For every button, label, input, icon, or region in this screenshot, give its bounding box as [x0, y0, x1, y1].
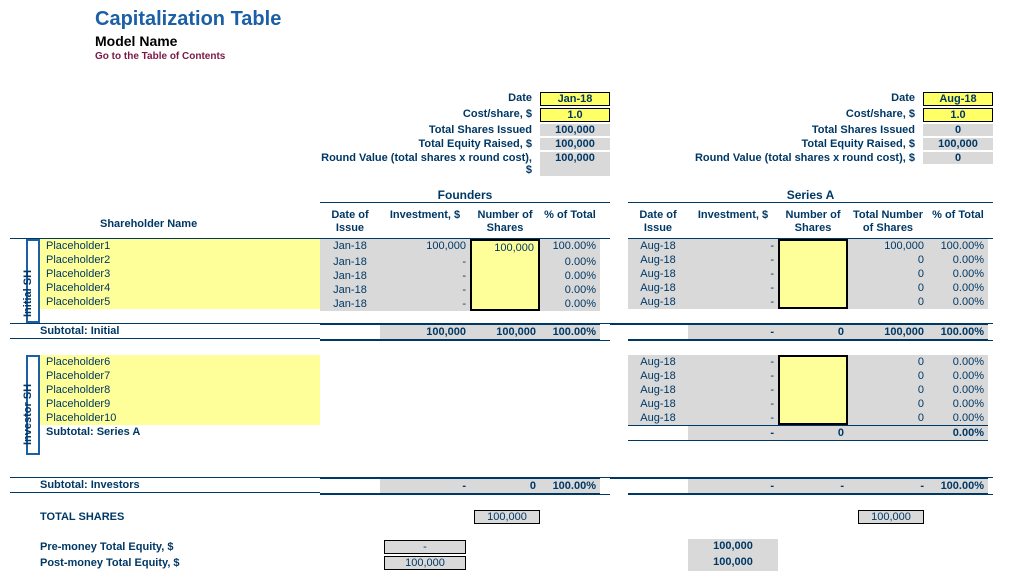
- shareholder-name-input[interactable]: Placeholder1: [40, 239, 320, 253]
- investor-sh-side-label: Investor SH: [10, 355, 26, 455]
- page-title: Capitalization Table: [95, 8, 1014, 31]
- total-shares-label: TOTAL SHARES: [10, 509, 320, 525]
- founders-total-shares: 100,000: [474, 510, 540, 524]
- subtotal-seriesa-label: Subtotal: Series A: [40, 425, 320, 439]
- shareholder-name-input[interactable]: Placeholder4: [40, 281, 320, 295]
- shareholder-name-input[interactable]: Placeholder5: [40, 295, 320, 309]
- seriesa-meta: DateAug-18 Cost/share, $1.0 Total Shares…: [628, 92, 993, 164]
- subtotal-initial-label: Subtotal: Initial: [10, 323, 320, 339]
- seriesa-shares-input[interactable]: [778, 383, 848, 397]
- seriesa-shares-input[interactable]: [778, 253, 848, 267]
- founders-cost-input[interactable]: 1.0: [540, 108, 610, 122]
- founders-date-input[interactable]: Jan-18: [540, 92, 610, 106]
- subtotal-investors-label: Subtotal: Investors: [10, 477, 320, 493]
- shareholder-name-input[interactable]: Placeholder2: [40, 253, 320, 267]
- founders-shares-input[interactable]: [470, 269, 540, 283]
- shareholder-name-input[interactable]: Placeholder9: [40, 397, 320, 411]
- shareholder-name-input[interactable]: Placeholder6: [40, 355, 320, 369]
- model-name: Model Name: [95, 33, 1014, 49]
- founders-title: Founders: [320, 188, 610, 203]
- seriesa-shares-input[interactable]: [778, 397, 848, 411]
- seriesa-shares-input[interactable]: [778, 267, 848, 281]
- seriesa-initial-data: Aug-18-100,000100.00% Aug-18-00.00% Aug-…: [628, 239, 993, 309]
- seriesa-total-shares: 100,000: [858, 510, 924, 524]
- seriesa-shares-input[interactable]: [778, 281, 848, 295]
- seriesa-post-money: 100,000: [688, 555, 778, 571]
- col-shareholder-name: Shareholder Name: [10, 218, 320, 239]
- seriesa-title: Series A: [628, 188, 993, 203]
- founders-initial-data: Jan-18100,000100,000100.00% Jan-18-0.00%…: [320, 239, 610, 311]
- founders-pre-money: -: [384, 540, 466, 554]
- seriesa-shares-input[interactable]: [778, 411, 848, 425]
- seriesa-cost-input[interactable]: 1.0: [923, 108, 993, 122]
- shareholder-name-input[interactable]: Placeholder8: [40, 383, 320, 397]
- shareholder-name-input[interactable]: Placeholder10: [40, 411, 320, 425]
- post-money-label: Post-money Total Equity, $: [10, 555, 320, 571]
- founders-post-money: 100,000: [384, 556, 466, 570]
- founders-meta: DateJan-18 Cost/share, $1.0 Total Shares…: [320, 92, 610, 176]
- shareholder-name-input[interactable]: Placeholder3: [40, 267, 320, 281]
- founders-shares-input[interactable]: [470, 255, 540, 269]
- founders-shares-input[interactable]: [470, 283, 540, 297]
- seriesa-investor-data: Aug-18-00.00% Aug-18-00.00% Aug-18-00.00…: [628, 355, 993, 441]
- seriesa-shares-input[interactable]: [778, 355, 848, 369]
- seriesa-pre-money: 100,000: [688, 539, 778, 555]
- seriesa-shares-input[interactable]: [778, 239, 848, 253]
- seriesa-shares-input[interactable]: [778, 295, 848, 309]
- seriesa-shares-input[interactable]: [778, 369, 848, 383]
- founders-shares-input[interactable]: [470, 297, 540, 311]
- founders-shares-input[interactable]: 100,000: [470, 239, 540, 255]
- seriesa-col-headers: Date of Issue Investment, $ Number of Sh…: [628, 205, 993, 239]
- seriesa-date-input[interactable]: Aug-18: [923, 92, 993, 106]
- toc-link[interactable]: Go to the Table of Contents: [95, 51, 1014, 62]
- pre-money-label: Pre-money Total Equity, $: [10, 539, 320, 555]
- founders-col-headers: Date of Issue Investment, $ Number of Sh…: [320, 205, 610, 239]
- shareholder-name-input[interactable]: Placeholder7: [40, 369, 320, 383]
- initial-sh-side-label: Initial SH: [10, 239, 26, 323]
